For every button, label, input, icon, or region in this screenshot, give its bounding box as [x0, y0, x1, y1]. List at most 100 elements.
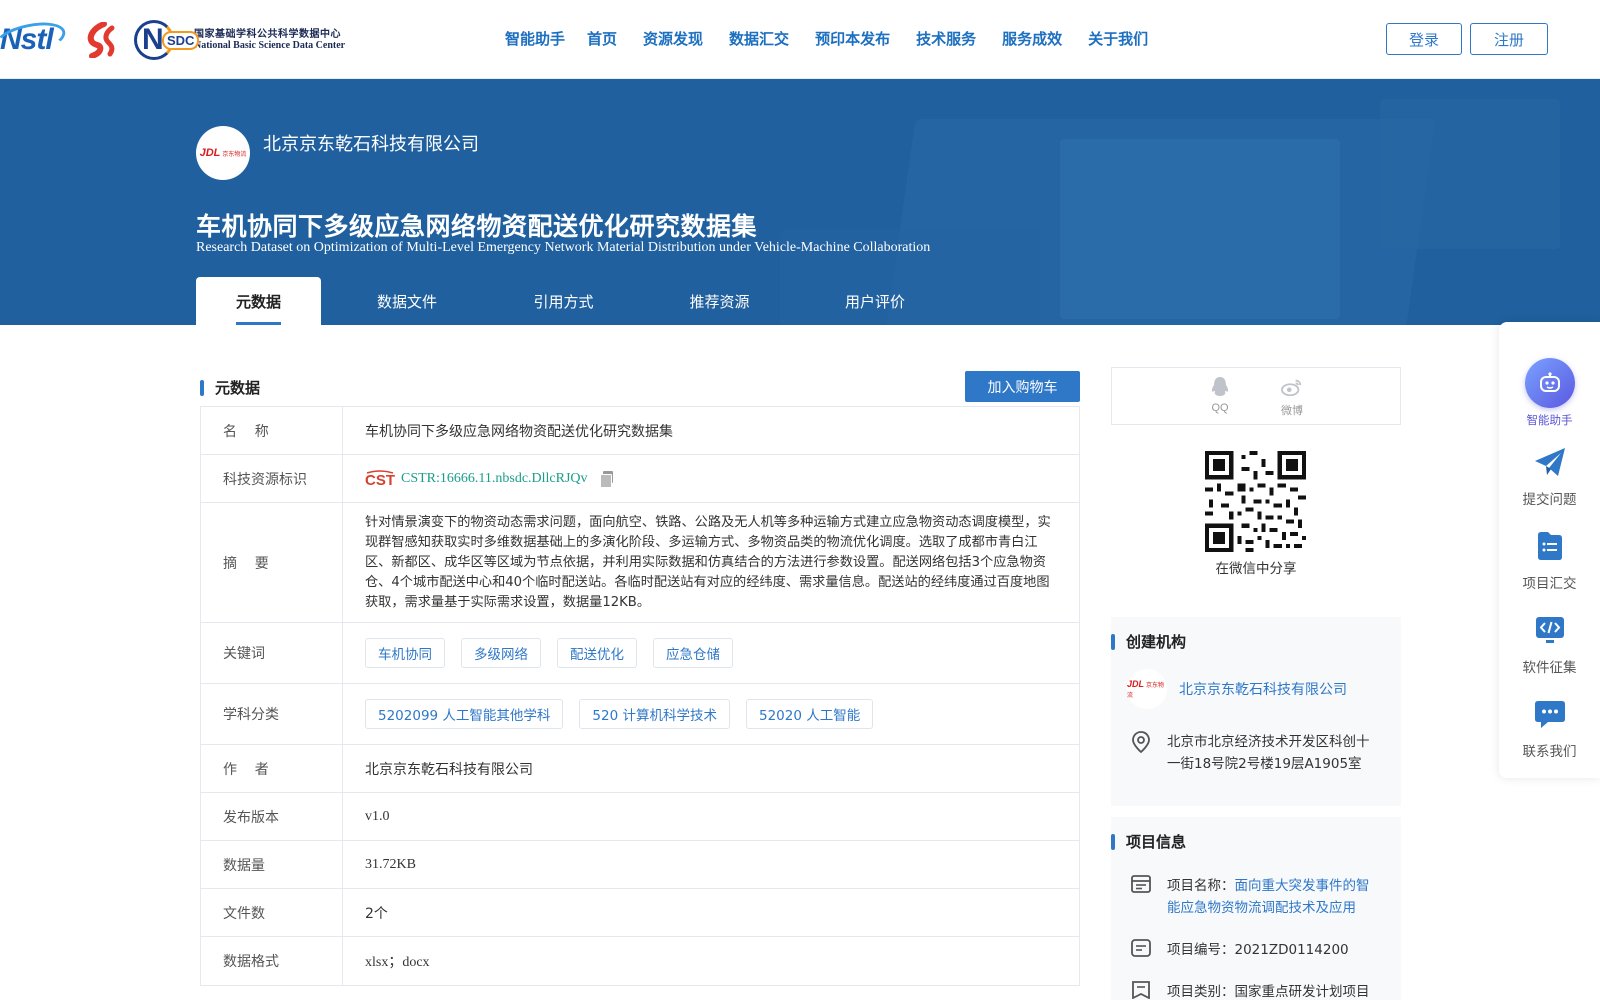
org-section-header: 创建机构 — [1111, 631, 1186, 652]
dataset-banner: JDL 京东物流 北京京东乾石科技有限公司 车机协同下多级应急网络物资配送优化研究… — [0, 79, 1600, 325]
metadata-table: 名 称 车机协同下多级应急网络物资配送优化研究数据集 科技资源标识 CSTR C… — [200, 406, 1080, 986]
table-row: 作 者 北京京东乾石科技有限公司 — [201, 745, 1079, 793]
org-logo: JDL 京东物流 — [1127, 669, 1167, 709]
share-qq-button[interactable]: QQ — [1184, 368, 1256, 424]
table-row: 文件数 2个 — [201, 889, 1079, 937]
top-navbar: Nstl N SDC 国家基础学科公共科学数据中心 National Basic… — [0, 0, 1600, 79]
jdl-logo: JDL 京东物流 — [199, 147, 247, 159]
org-section-title: 创建机构 — [1126, 633, 1187, 651]
submit-question-button[interactable]: 提交问题 — [1499, 447, 1600, 508]
id-card-icon — [1131, 875, 1151, 919]
row-label: 摘 要 — [201, 503, 343, 622]
document-icon — [1131, 939, 1151, 962]
table-row: 数据格式 xlsx；docx — [201, 937, 1079, 985]
submit-question-label: 提交问题 — [1522, 492, 1577, 508]
keyword-tag[interactable]: 车机协同 — [365, 638, 445, 668]
data-format-value: xlsx；docx — [365, 955, 430, 970]
software-collection-button[interactable]: 软件征集 — [1499, 615, 1600, 676]
subject-list: 5202099 人工智能其他学科 520 计算机科学技术 52020 人工智能 — [343, 684, 1079, 744]
dataset-tabs: 元数据 数据文件 引用方式 推荐资源 用户评价 — [196, 277, 945, 325]
row-label: 发布版本 — [201, 793, 343, 840]
share-weibo-button[interactable]: 微博 — [1256, 368, 1328, 424]
bookmark-icon — [1131, 981, 1151, 1000]
tab-citation[interactable]: 引用方式 — [493, 277, 634, 325]
org-avatar[interactable]: JDL 京东物流 — [196, 126, 250, 180]
nsdc-logo-cn: 国家基础学科公共科学数据中心 — [194, 29, 341, 40]
project-submission-button[interactable]: 项目汇交 — [1499, 531, 1600, 592]
contact-us-button[interactable]: 联系我们 — [1499, 699, 1600, 760]
project-section-header: 项目信息 — [1111, 831, 1186, 852]
dataset-title: 车机协同下多级应急网络物资配送优化研究数据集 — [196, 212, 758, 241]
row-label: 文件数 — [201, 889, 343, 936]
add-to-cart-button[interactable]: 加入购物车 — [965, 371, 1080, 402]
project-info-card: 项目信息 项目名称：面向重大突发事件的智能应急物资物流调配技术及应用 项目编号：… — [1111, 817, 1401, 1000]
keyword-tag[interactable]: 多级网络 — [461, 638, 541, 668]
contact-us-label: 联系我们 — [1522, 744, 1577, 760]
copy-icon[interactable] — [599, 470, 614, 488]
nav-resource-discovery[interactable]: 资源发现 — [643, 28, 703, 49]
nav-data-submission[interactable]: 数据汇交 — [729, 28, 789, 49]
login-button[interactable]: 登录 — [1386, 23, 1462, 55]
tab-recommended[interactable]: 推荐资源 — [634, 277, 805, 325]
list-doc-icon — [1535, 531, 1565, 566]
ai-assistant-label: 智能助手 — [1526, 413, 1573, 427]
nav-preprint[interactable]: 预印本发布 — [815, 28, 890, 49]
wechat-share-label: 在微信中分享 — [1215, 561, 1297, 577]
table-row: 关键词 车机协同 多级网络 配送优化 应急仓储 — [201, 623, 1079, 684]
ai-assistant-button[interactable]: 智能助手 — [1499, 358, 1600, 428]
nav-ai-assistant[interactable]: 智能助手 — [505, 28, 565, 49]
table-row: 摘 要 针对情景演变下的物资动态需求问题，面向航空、铁路、公路及无人机等多种运输… — [201, 503, 1079, 623]
project-submission-label: 项目汇交 — [1522, 576, 1577, 592]
table-row: 学科分类 5202099 人工智能其他学科 520 计算机科学技术 52020 … — [201, 684, 1079, 745]
org-address: 北京市北京经济技术开发区科创十一街18号院2号楼19层A1905室 — [1167, 734, 1370, 772]
cstr-identifier-link[interactable]: CSTR:16666.11.nbsdc.DllcRJQv — [401, 471, 588, 487]
wechat-qr-code — [1205, 451, 1306, 552]
nav-home[interactable]: 首页 — [587, 28, 617, 49]
project-name-label: 项目名称： — [1167, 878, 1235, 894]
svg-text:CSTR: CSTR — [365, 472, 395, 488]
table-row: 名 称 车机协同下多级应急网络物资配送优化研究数据集 — [201, 407, 1079, 455]
table-row: 数据量 31.72KB — [201, 841, 1079, 889]
table-row: 发布版本 v1.0 — [201, 793, 1079, 841]
abstract-text: 针对情景演变下的物资动态需求问题，面向航空、铁路、公路及无人机等多种运输方式建立… — [365, 514, 1051, 610]
code-icon — [1535, 615, 1565, 650]
tab-data-files[interactable]: 数据文件 — [321, 277, 493, 325]
project-section-title: 项目信息 — [1126, 833, 1187, 851]
row-label: 学科分类 — [201, 684, 343, 744]
keyword-list: 车机协同 多级网络 配送优化 应急仓储 — [343, 623, 1079, 683]
tab-reviews[interactable]: 用户评价 — [805, 277, 945, 325]
floating-toolbar: 智能助手 提交问题 项目汇交 软件征集 联系我们 — [1499, 322, 1600, 778]
share-weibo-label: 微博 — [1281, 405, 1303, 417]
software-collection-label: 软件征集 — [1522, 660, 1577, 676]
creator-org-card: 创建机构 JDL 京东物流 北京京东乾石科技有限公司 北京市北京经济技术开发区科创… — [1111, 617, 1401, 806]
robot-icon — [1524, 358, 1575, 408]
main-nav: 智能助手 首页 资源发现 数据汇交 预印本发布 技术服务 服务成效 关于我们 — [505, 28, 1174, 49]
subject-tag[interactable]: 5202099 人工智能其他学科 — [365, 699, 564, 729]
dataset-title-en: Research Dataset on Optimization of Mult… — [196, 240, 931, 255]
chat-icon — [1534, 699, 1566, 734]
nav-about[interactable]: 关于我们 — [1088, 28, 1148, 49]
keyword-tag[interactable]: 应急仓储 — [653, 638, 733, 668]
weibo-icon — [1281, 376, 1303, 398]
nav-tech-service[interactable]: 技术服务 — [916, 28, 976, 49]
nstl-logo[interactable]: Nstl — [0, 16, 69, 62]
project-code-label: 项目编号： — [1167, 942, 1235, 958]
nav-service-results[interactable]: 服务成效 — [1002, 28, 1062, 49]
row-label: 科技资源标识 — [201, 455, 343, 502]
dataset-name-value: 车机协同下多级应急网络物资配送优化研究数据集 — [365, 423, 673, 440]
banner-org-name[interactable]: 北京京东乾石科技有限公司 — [263, 130, 479, 156]
s-logo[interactable] — [82, 22, 120, 58]
nsdc-logo-en: National Basic Science Data Center — [194, 40, 346, 51]
register-button[interactable]: 注册 — [1470, 23, 1548, 55]
keyword-tag[interactable]: 配送优化 — [557, 638, 637, 668]
row-label: 数据量 — [201, 841, 343, 888]
nsdc-logo[interactable]: N SDC 国家基础学科公共科学数据中心 National Basic Scie… — [134, 20, 345, 60]
subject-tag[interactable]: 52020 人工智能 — [745, 699, 874, 729]
subject-tag[interactable]: 520 计算机科学技术 — [579, 699, 730, 729]
tab-metadata[interactable]: 元数据 — [196, 277, 321, 325]
project-type-label: 项目类别： — [1167, 984, 1235, 1000]
row-label: 数据格式 — [201, 937, 343, 985]
org-name-link[interactable]: 北京京东乾石科技有限公司 — [1179, 679, 1347, 699]
share-qq-label: QQ — [1211, 402, 1229, 414]
project-type-value: 国家重点研发计划项目 — [1234, 984, 1370, 1000]
